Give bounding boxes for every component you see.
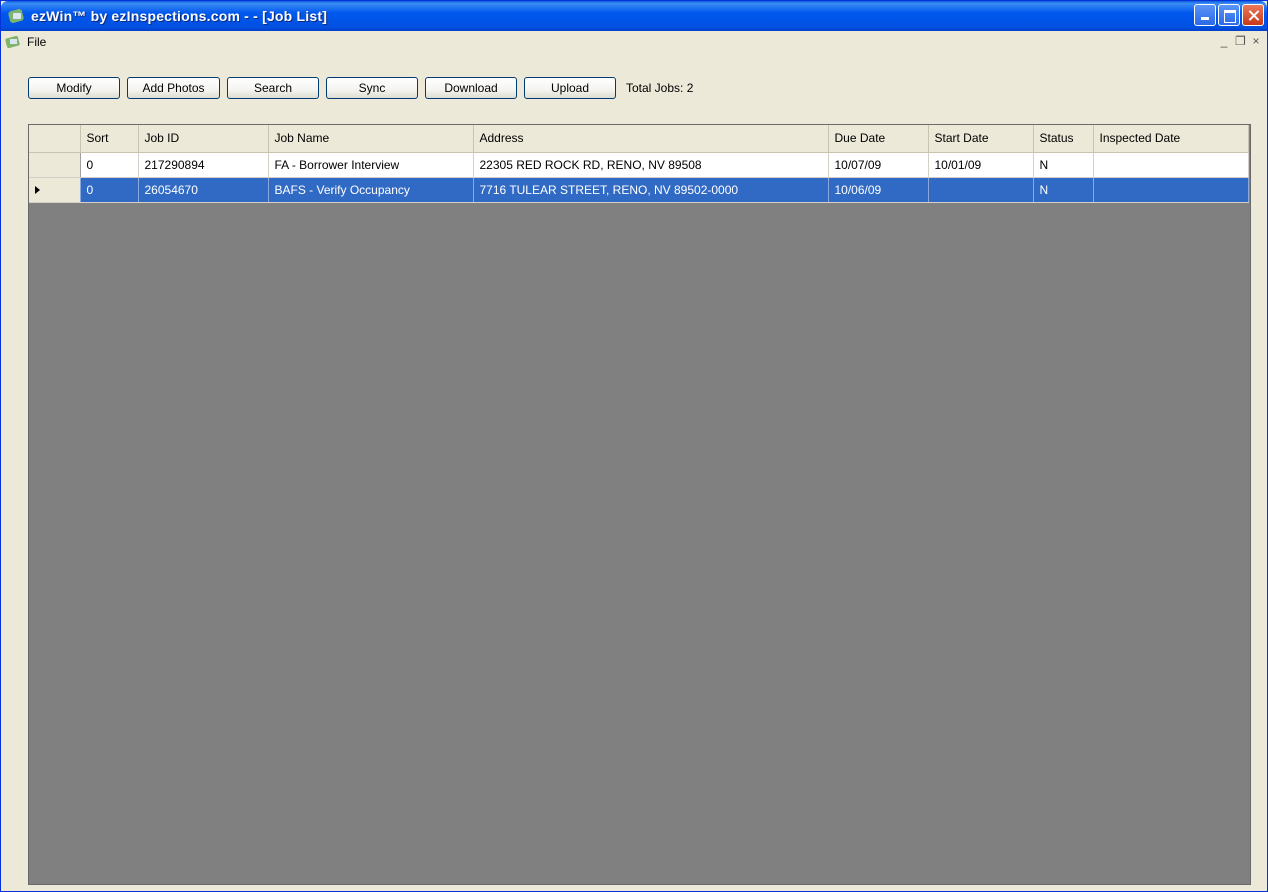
table-row-selected[interactable]: 0 26054670 BAFS - Verify Occupancy 7716 … — [29, 177, 1249, 203]
current-row-arrow-icon — [35, 185, 40, 194]
cell-inspected-date[interactable] — [1093, 152, 1249, 178]
cell-address[interactable]: 7716 TULEAR STREET, RENO, NV 89502-0000 — [473, 177, 829, 203]
total-jobs-label: Total Jobs: 2 — [626, 81, 694, 95]
cell-job-id[interactable]: 26054670 — [138, 177, 269, 203]
menu-file[interactable]: File — [24, 34, 49, 50]
app-icon — [7, 7, 25, 25]
column-header-address[interactable]: Address — [473, 125, 829, 153]
search-button[interactable]: Search — [227, 77, 319, 99]
maximize-button[interactable] — [1218, 4, 1240, 26]
toolbar: Modify Add Photos Search Sync Download U… — [1, 77, 1267, 101]
upload-button[interactable]: Upload — [524, 77, 616, 99]
sync-button[interactable]: Sync — [326, 77, 418, 99]
cell-job-id[interactable]: 217290894 — [138, 152, 269, 178]
job-table: Sort Job ID Job Name Address Due Date St… — [29, 125, 1249, 203]
window-controls — [1194, 4, 1264, 26]
column-header-due-date[interactable]: Due Date — [828, 125, 929, 153]
column-header-job-name[interactable]: Job Name — [268, 125, 474, 153]
mdi-minimize-icon[interactable]: _ — [1219, 34, 1229, 48]
download-button[interactable]: Download — [425, 77, 517, 99]
column-header-inspected-date[interactable]: Inspected Date — [1093, 125, 1249, 153]
app-window: ezWin™ by ezInspections.com - - [Job Lis… — [0, 0, 1268, 892]
job-list-grid[interactable]: Sort Job ID Job Name Address Due Date St… — [28, 124, 1251, 885]
cell-inspected-date[interactable] — [1093, 177, 1249, 203]
add-photos-button[interactable]: Add Photos — [127, 77, 220, 99]
cell-address[interactable]: 22305 RED ROCK RD, RENO, NV 89508 — [473, 152, 829, 178]
cell-due-date[interactable]: 10/06/09 — [828, 177, 929, 203]
document-icon[interactable] — [5, 34, 21, 50]
cell-job-name[interactable]: BAFS - Verify Occupancy — [268, 177, 474, 203]
cell-status[interactable]: N — [1033, 152, 1094, 178]
row-header[interactable] — [29, 177, 81, 203]
table-row[interactable]: 0 217290894 FA - Borrower Interview 2230… — [29, 152, 1249, 178]
cell-sort[interactable]: 0 — [80, 177, 139, 203]
column-header-sort[interactable]: Sort — [80, 125, 139, 153]
mdi-controls: _ ❐ × — [1219, 34, 1261, 48]
close-button[interactable] — [1242, 4, 1264, 26]
minimize-button[interactable] — [1194, 4, 1216, 26]
column-header-status[interactable]: Status — [1033, 125, 1094, 153]
modify-button[interactable]: Modify — [28, 77, 120, 99]
window-title: ezWin™ by ezInspections.com - - [Job Lis… — [31, 8, 328, 24]
header-row: Sort Job ID Job Name Address Due Date St… — [29, 125, 1249, 153]
cell-due-date[interactable]: 10/07/09 — [828, 152, 929, 178]
mdi-close-icon[interactable]: × — [1251, 34, 1261, 48]
menu-bar: File _ ❐ × — [1, 31, 1267, 53]
cell-job-name[interactable]: FA - Borrower Interview — [268, 152, 474, 178]
cell-status[interactable]: N — [1033, 177, 1094, 203]
title-bar[interactable]: ezWin™ by ezInspections.com - - [Job Lis… — [1, 1, 1267, 31]
column-header-start-date[interactable]: Start Date — [928, 125, 1034, 153]
cell-start-date[interactable]: 10/01/09 — [928, 152, 1034, 178]
cell-start-date[interactable] — [928, 177, 1034, 203]
column-header-job-id[interactable]: Job ID — [138, 125, 269, 153]
cell-sort[interactable]: 0 — [80, 152, 139, 178]
mdi-restore-icon[interactable]: ❐ — [1235, 34, 1246, 48]
row-header-corner — [29, 125, 81, 153]
row-header[interactable] — [29, 152, 81, 178]
